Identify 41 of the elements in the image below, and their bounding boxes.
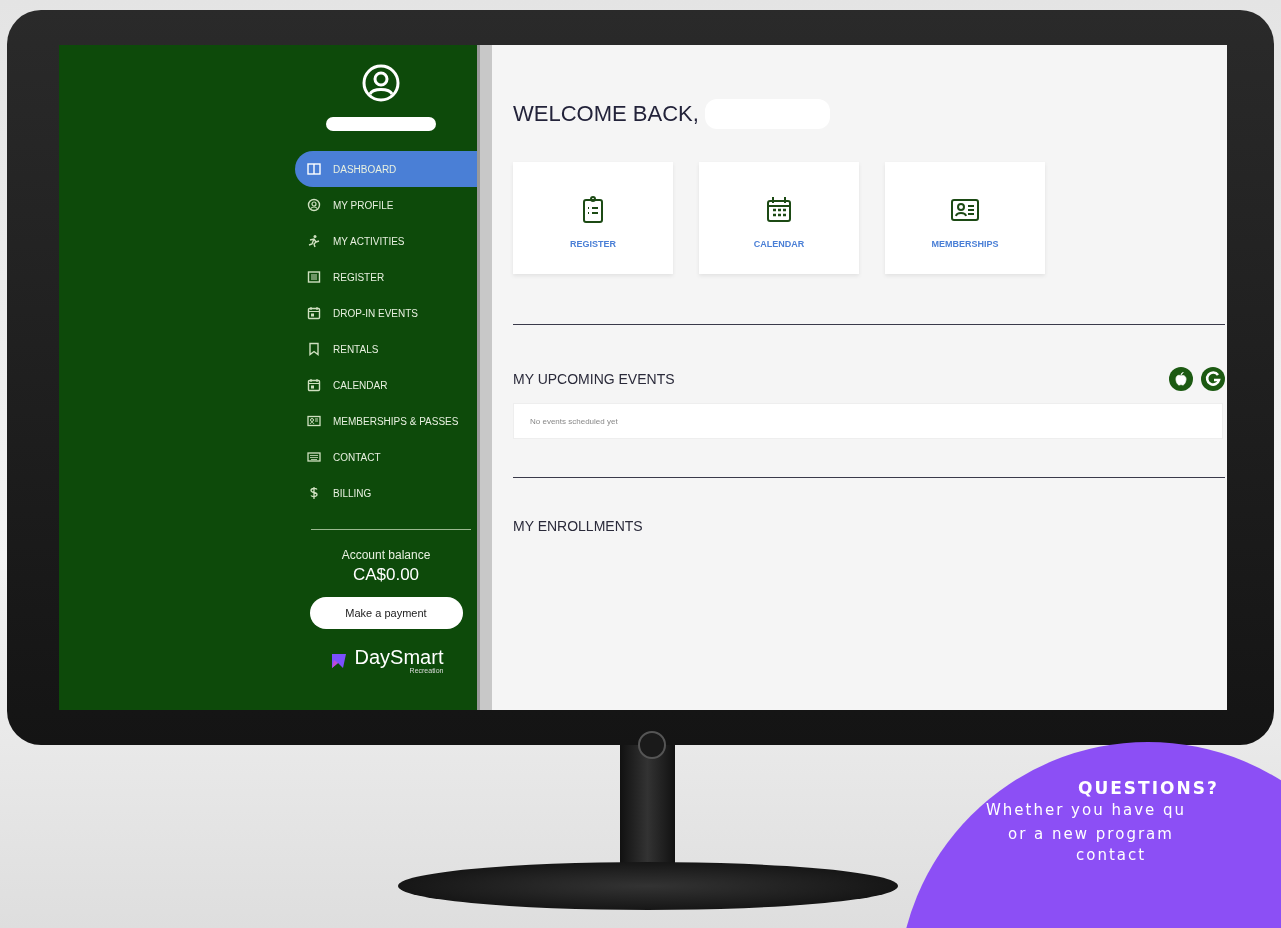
welcome-heading: WELCOME BACK, [513, 101, 699, 127]
nav-item[interactable]: MEMBERSHIPS & PASSES [295, 403, 477, 439]
nav-item[interactable]: DROP-IN EVENTS [295, 295, 477, 331]
nav-item[interactable]: REGISTER [295, 259, 477, 295]
list-icon [307, 270, 321, 284]
account-balance-label: Account balance [341, 548, 431, 562]
power-button[interactable] [638, 731, 666, 759]
account-balance-amount: CA$0.00 [352, 565, 420, 585]
nav-item[interactable]: CALENDAR [295, 367, 477, 403]
id-card-icon [307, 414, 321, 428]
nav-item[interactable]: CONTACT [295, 439, 477, 475]
quick-link-card[interactable]: MEMBERSHIPS [885, 162, 1045, 274]
user-circle-icon [307, 198, 321, 212]
panel-icon [307, 162, 321, 176]
nav-item[interactable]: RENTALS [295, 331, 477, 367]
apple-icon[interactable] [1169, 367, 1193, 391]
nav-item[interactable]: MY PROFILE [295, 187, 477, 223]
section-heading: MY UPCOMING EVENTS [513, 371, 675, 387]
promo-text: Whether you have qu [986, 800, 1187, 821]
make-payment-button[interactable]: Make a payment [309, 597, 463, 629]
keyboard-icon [307, 450, 321, 464]
calendar-icon [764, 195, 794, 225]
nav-item[interactable]: DASHBOARD [295, 151, 477, 187]
running-person-icon [307, 234, 321, 248]
scrollbar[interactable] [477, 45, 492, 710]
calendar-icon [307, 306, 321, 320]
nav-item[interactable]: MY ACTIVITIES [295, 223, 477, 259]
quick-link-card[interactable]: REGISTER [513, 162, 673, 274]
dollar-icon [307, 486, 321, 500]
calendar-icon [307, 378, 321, 392]
promo-text: or a new program [1008, 824, 1174, 845]
letter-g-icon[interactable] [1201, 367, 1225, 391]
section-heading: MY ENROLLMENTS [513, 518, 644, 534]
promo-title: QUESTIONS? [1078, 778, 1219, 798]
quick-link-card[interactable]: CALENDAR [699, 162, 859, 274]
bookmark-icon [307, 342, 321, 356]
brand-name: DaySmart [354, 647, 444, 667]
empty-events-message: No events scheduled yet [530, 416, 618, 426]
promo-text: contact [1076, 846, 1147, 864]
user-avatar-icon [361, 63, 401, 103]
nav-item[interactable]: BILLING [295, 475, 477, 511]
